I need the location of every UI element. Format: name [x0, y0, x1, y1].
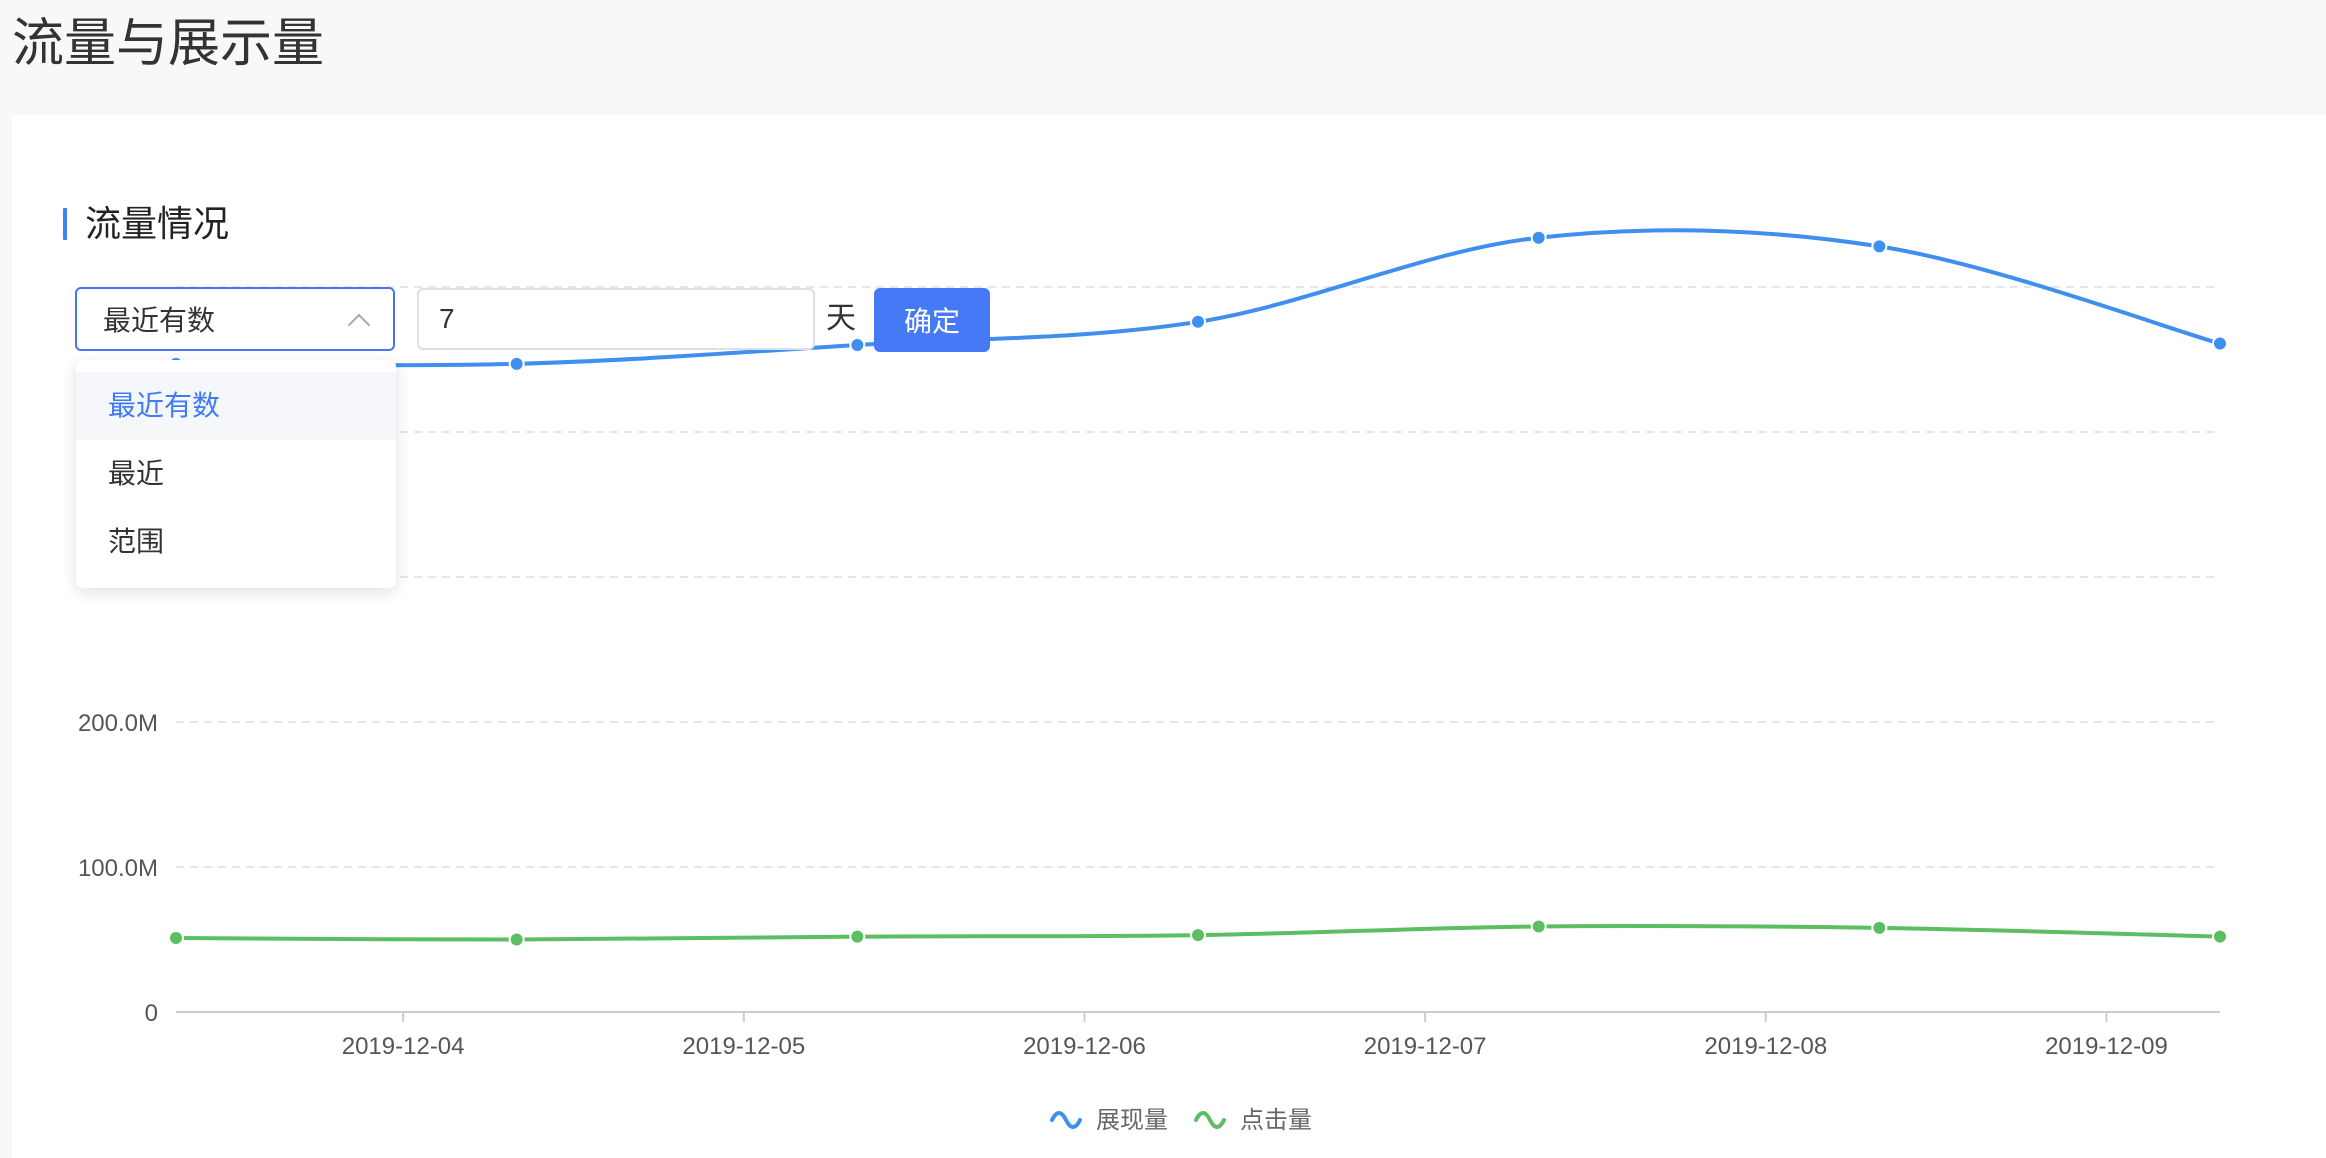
legend-marker-2 [1194, 1111, 1226, 1129]
days-unit-label: 天 [826, 302, 856, 335]
data-point [1190, 313, 1206, 330]
data-point [168, 930, 184, 947]
data-point [1871, 238, 1888, 255]
days-input[interactable] [417, 288, 815, 350]
data-point [508, 931, 525, 948]
dropdown-option-range[interactable]: 范围 [76, 508, 396, 576]
data-point [2212, 335, 2228, 352]
data-point [508, 355, 525, 372]
dropdown-option-recent[interactable]: 最近 [76, 440, 396, 508]
data-point [2212, 928, 2228, 945]
range-mode-select[interactable]: 最近有数 [75, 287, 395, 351]
data-point [849, 928, 866, 945]
range-mode-select-value: 最近有数 [103, 305, 216, 336]
legend-label-1: 展现量 [1096, 1107, 1168, 1134]
x-tick-label: 2019-12-04 [342, 1033, 465, 1060]
x-tick-label: 2019-12-09 [2045, 1033, 2168, 1060]
data-point [1530, 229, 1547, 246]
range-mode-dropdown: 最近有数 最近 范围 [76, 360, 396, 588]
dropdown-option-recent-available[interactable]: 最近有数 [76, 372, 396, 440]
y-tick-label: 100.0M [78, 855, 158, 882]
confirm-button[interactable]: 确定 [874, 288, 990, 352]
x-tick-label: 2019-12-07 [1364, 1033, 1487, 1060]
x-tick-label: 2019-12-05 [682, 1033, 805, 1060]
legend-marker-1 [1050, 1111, 1082, 1129]
data-point [1530, 918, 1547, 935]
data-point [1190, 927, 1206, 944]
x-tick-label: 2019-12-06 [1023, 1033, 1146, 1060]
chevron-up-icon[interactable] [347, 313, 371, 337]
data-point [1871, 919, 1888, 936]
x-tick-label: 2019-12-08 [1704, 1033, 1827, 1060]
legend-label-2: 点击量 [1240, 1107, 1312, 1134]
y-tick-label: 0 [145, 1000, 158, 1027]
y-tick-label: 200.0M [78, 710, 158, 737]
